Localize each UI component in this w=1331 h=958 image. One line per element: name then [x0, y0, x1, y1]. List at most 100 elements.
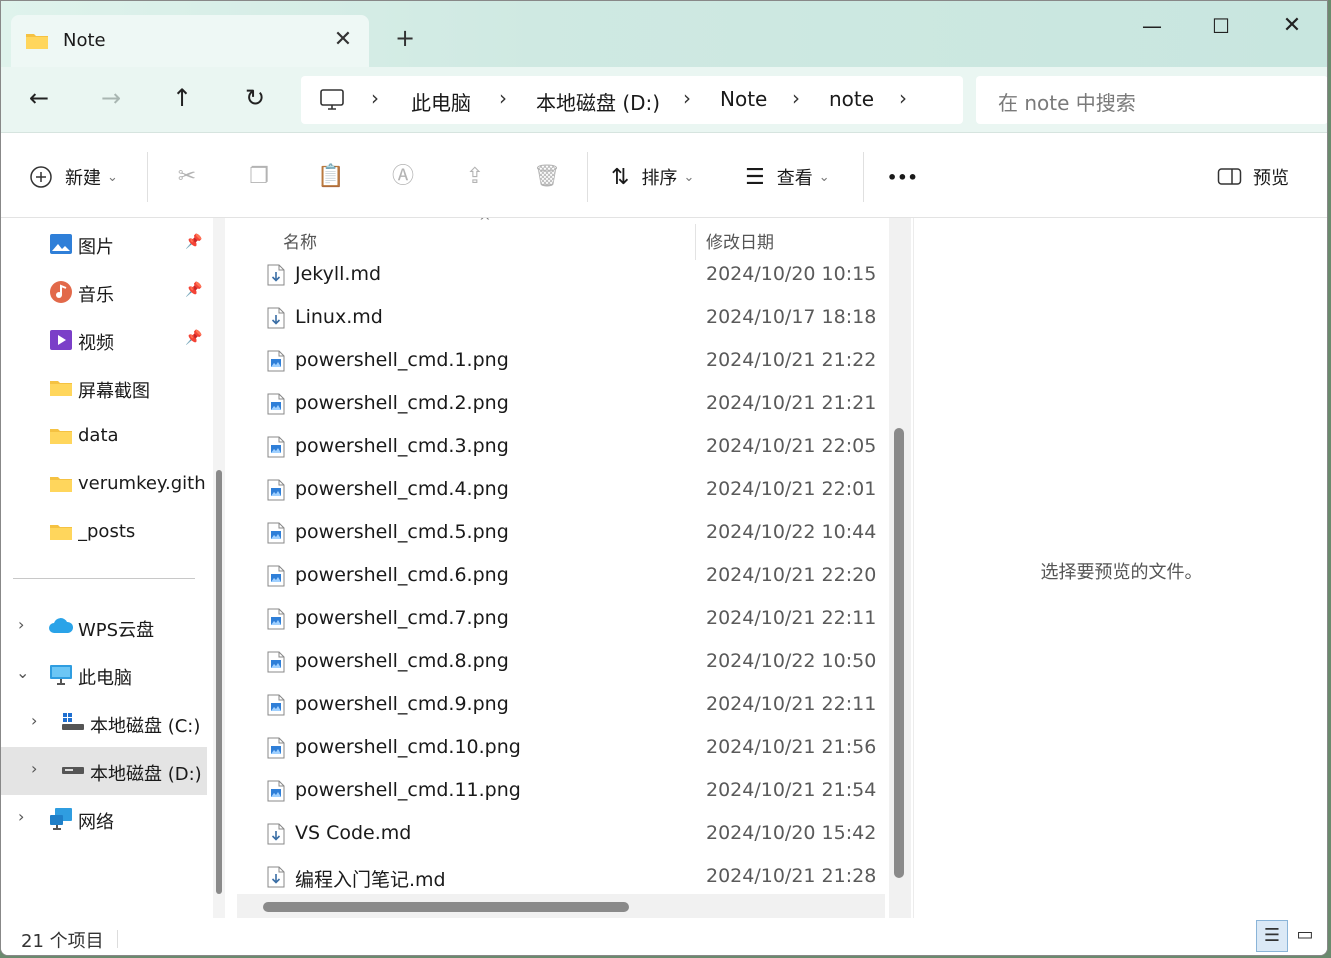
sidebar-item-this-pc[interactable]: ⌄ 此电脑: [1, 651, 207, 699]
up-button[interactable]: ↑: [162, 81, 202, 117]
cut-icon[interactable]: ✂: [172, 162, 202, 192]
file-row[interactable]: powershell_cmd.2.png 2024/10/21 21:21: [237, 382, 885, 425]
close-window-button[interactable]: ✕: [1269, 9, 1315, 45]
view-button[interactable]: ☰ 查看 ⌄: [745, 162, 830, 192]
file-row[interactable]: powershell_cmd.1.png 2024/10/21 21:22: [237, 339, 885, 382]
chevron-down-icon: ⌄: [818, 169, 830, 185]
sidebar-divider: [13, 578, 195, 579]
breadcrumb-note[interactable]: note: [829, 87, 874, 111]
file-modified-date: 2024/10/22 10:44: [706, 521, 877, 543]
file-list-horizontal-scrollbar[interactable]: [237, 894, 885, 918]
sidebar-item-videos[interactable]: 视频 📌: [1, 316, 207, 364]
plus-circle-icon: [30, 166, 52, 188]
chevron-right-icon[interactable]: ›: [18, 807, 24, 826]
breadcrumb-note-parent[interactable]: Note: [720, 87, 767, 111]
breadcrumb-drive-d[interactable]: 本地磁盘 (D:): [536, 87, 660, 116]
preview-pane-icon: [1217, 168, 1242, 185]
new-button[interactable]: 新建 ⌄: [29, 162, 118, 192]
sort-button[interactable]: ⇅ 排序 ⌄: [611, 162, 694, 192]
column-header-modified[interactable]: 修改日期: [706, 228, 774, 253]
minimize-button[interactable]: —: [1129, 9, 1175, 45]
navigation-pane: 图片 📌 音乐 📌 视频 📌 屏幕截图 data verumkey.githu …: [1, 218, 207, 918]
breadcrumb-separator[interactable]: ›: [792, 86, 800, 110]
file-row[interactable]: Jekyll.md 2024/10/20 10:15: [237, 253, 885, 296]
sidebar-item-label: 视频: [78, 333, 114, 354]
file-row[interactable]: powershell_cmd.10.png 2024/10/21 21:56: [237, 726, 885, 769]
sidebar-item-label: verumkey.githu: [78, 473, 207, 494]
breadcrumb-separator[interactable]: ›: [683, 86, 691, 110]
file-name: 编程入门笔记.md: [295, 869, 446, 891]
file-row[interactable]: 编程入门笔记.md 2024/10/21 21:28: [237, 855, 885, 898]
file-modified-date: 2024/10/21 21:28: [706, 865, 877, 887]
delete-icon[interactable]: 🗑: [532, 162, 562, 192]
chevron-right-icon[interactable]: ›: [18, 615, 24, 634]
tab-close-icon[interactable]: ✕: [329, 27, 357, 55]
large-icons-view-button[interactable]: ▭: [1289, 920, 1321, 952]
sort-icon: ⇅: [611, 164, 630, 190]
file-modified-date: 2024/10/20 15:42: [706, 822, 877, 844]
image-file-icon: [267, 436, 285, 462]
refresh-button[interactable]: ↻: [235, 81, 275, 117]
breadcrumb-separator[interactable]: ›: [371, 86, 379, 110]
breadcrumb-separator[interactable]: ›: [899, 86, 907, 110]
file-name: Linux.md: [295, 306, 383, 328]
column-header-name[interactable]: 名称: [283, 228, 317, 253]
scrollbar-thumb[interactable]: [894, 428, 904, 878]
file-row[interactable]: powershell_cmd.6.png 2024/10/21 22:20: [237, 554, 885, 597]
file-row[interactable]: powershell_cmd.9.png 2024/10/21 22:11: [237, 683, 885, 726]
search-input[interactable]: 在 note 中搜索: [998, 87, 1136, 116]
sidebar-item-data[interactable]: data: [1, 412, 207, 460]
sidebar-item-network[interactable]: › 网络: [1, 795, 207, 843]
breadcrumb-this-pc[interactable]: 此电脑: [411, 87, 471, 116]
address-bar[interactable]: › 此电脑 › 本地磁盘 (D:) › Note › note ›: [301, 76, 963, 124]
maximize-button[interactable]: ☐: [1198, 9, 1244, 45]
chevron-down-icon[interactable]: ⌄: [16, 663, 29, 682]
image-file-icon: [267, 393, 285, 419]
toolbar-divider: [147, 152, 148, 202]
chevron-right-icon[interactable]: ›: [31, 759, 37, 778]
sidebar-scrollbar[interactable]: [213, 218, 225, 918]
file-row[interactable]: powershell_cmd.7.png 2024/10/21 22:11: [237, 597, 885, 640]
share-icon[interactable]: ⇪: [460, 162, 490, 192]
new-tab-button[interactable]: +: [391, 25, 419, 53]
sidebar-item-drive-d[interactable]: › 本地磁盘 (D:): [1, 747, 207, 795]
sidebar-item-posts[interactable]: _posts: [1, 508, 207, 556]
sidebar-item-screenshots[interactable]: 屏幕截图: [1, 364, 207, 412]
sidebar-item-music[interactable]: 音乐 📌: [1, 268, 207, 316]
sidebar-item-label: 屏幕截图: [78, 381, 150, 402]
details-view-button[interactable]: ☰: [1256, 920, 1288, 952]
file-row[interactable]: Linux.md 2024/10/17 18:18: [237, 296, 885, 339]
scrollbar-thumb[interactable]: [263, 902, 629, 912]
file-row[interactable]: powershell_cmd.8.png 2024/10/22 10:50: [237, 640, 885, 683]
file-row[interactable]: powershell_cmd.3.png 2024/10/21 22:05: [237, 425, 885, 468]
search-box[interactable]: 在 note 中搜索: [976, 76, 1327, 124]
markdown-file-icon: [267, 823, 285, 849]
more-options-button[interactable]: •••: [887, 162, 918, 192]
cloud-icon: [49, 618, 74, 633]
rename-icon[interactable]: Ⓐ: [388, 162, 418, 192]
copy-icon[interactable]: ❐: [244, 162, 274, 192]
image-file-icon: [267, 737, 285, 763]
file-row[interactable]: powershell_cmd.11.png 2024/10/21 21:54: [237, 769, 885, 812]
paste-icon[interactable]: 📋: [316, 162, 346, 192]
status-bar: 21 个项目 ☰ ▭: [1, 918, 1327, 955]
file-list-vertical-scrollbar[interactable]: [889, 218, 911, 918]
file-row[interactable]: powershell_cmd.4.png 2024/10/21 22:01: [237, 468, 885, 511]
file-row[interactable]: powershell_cmd.5.png 2024/10/22 10:44: [237, 511, 885, 554]
scrollbar-thumb[interactable]: [216, 470, 222, 894]
back-button[interactable]: ←: [19, 81, 59, 117]
sidebar-item-label: _posts: [78, 521, 136, 542]
tab-note[interactable]: Note ✕: [11, 15, 369, 67]
sidebar-item-verumkey[interactable]: verumkey.githu: [1, 460, 207, 508]
music-icon: [50, 281, 72, 303]
preview-pane-button[interactable]: 预览: [1217, 162, 1289, 192]
sidebar-item-wps-cloud[interactable]: › WPS云盘: [1, 603, 207, 651]
file-row[interactable]: VS Code.md 2024/10/20 15:42: [237, 812, 885, 855]
forward-button[interactable]: →: [91, 81, 131, 117]
image-file-icon: [267, 522, 285, 548]
sidebar-item-pictures[interactable]: 图片 📌: [1, 220, 207, 268]
breadcrumb-separator[interactable]: ›: [499, 86, 507, 110]
chevron-right-icon[interactable]: ›: [31, 711, 37, 730]
sidebar-item-drive-c[interactable]: › 本地磁盘 (C:): [1, 699, 207, 747]
sidebar-item-label: 网络: [78, 812, 114, 833]
